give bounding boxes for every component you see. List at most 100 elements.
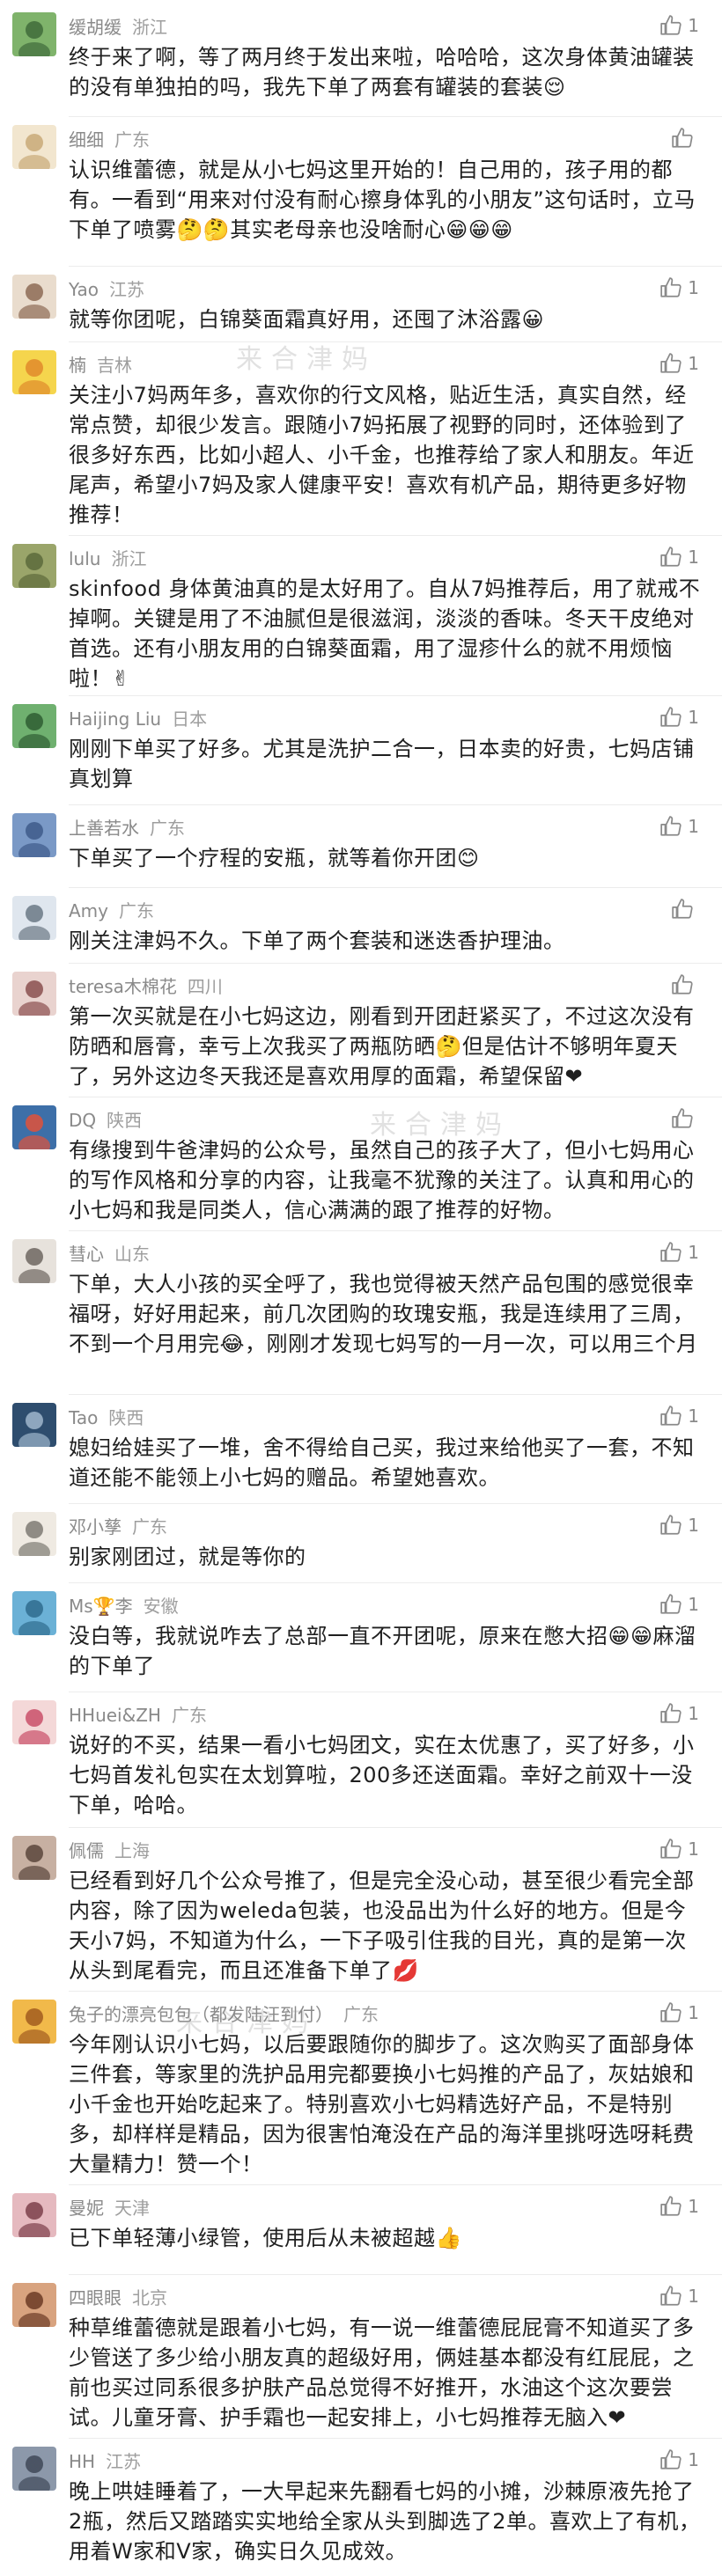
comment-divider bbox=[69, 1394, 722, 1395]
user-location: 吉林 bbox=[97, 355, 132, 376]
comment-item: 曼妮 天津 1 已下单轻薄小绿管，使用后从未被超越👍 bbox=[0, 2193, 722, 2258]
avatar[interactable] bbox=[12, 2193, 56, 2237]
avatar[interactable] bbox=[12, 813, 56, 857]
comment-text: 已经看到好几个公众号推了，但是完全没心动，甚至很少看完全部内容，除了因为wele… bbox=[69, 1868, 695, 1983]
like-button[interactable] bbox=[671, 1105, 699, 1132]
like-count: 1 bbox=[688, 1703, 699, 1724]
comment-meta: 曼妮 天津 bbox=[69, 2195, 150, 2221]
like-button[interactable]: 1 bbox=[659, 350, 699, 377]
user-name[interactable]: 佩儒 bbox=[69, 1840, 104, 1861]
avatar[interactable] bbox=[12, 2283, 56, 2327]
like-button[interactable]: 1 bbox=[659, 2193, 699, 2220]
user-name[interactable]: Amy bbox=[69, 900, 108, 921]
avatar[interactable] bbox=[12, 1512, 56, 1556]
avatar[interactable] bbox=[12, 2000, 56, 2044]
user-location: 北京 bbox=[132, 2287, 167, 2308]
user-name[interactable]: 上善若水 bbox=[69, 818, 139, 839]
comment-meta: 上善若水 广东 bbox=[69, 815, 185, 841]
like-count: 1 bbox=[688, 353, 699, 374]
user-location: 浙江 bbox=[111, 548, 147, 569]
user-name[interactable]: 四眼眼 bbox=[69, 2287, 122, 2308]
comment-meta: 邓小孳 广东 bbox=[69, 1514, 167, 1540]
user-name[interactable]: 邓小孳 bbox=[69, 1516, 122, 1538]
user-name[interactable]: teresa木棉花 bbox=[69, 976, 177, 997]
user-location: 上海 bbox=[114, 1840, 150, 1861]
avatar[interactable] bbox=[12, 12, 56, 56]
avatar[interactable] bbox=[12, 972, 56, 1016]
thumbs-up-icon bbox=[660, 1242, 681, 1262]
like-button[interactable]: 1 bbox=[659, 2283, 699, 2309]
comment-item: Ms🏆李 安徽 1 没白等，我就说咋去了总部一直不开团呢，原来在憋大招😁😁麻溜的下单了 bbox=[0, 1591, 722, 1686]
thumbs-up-icon bbox=[672, 974, 693, 994]
avatar[interactable] bbox=[12, 1836, 56, 1880]
like-button[interactable]: 1 bbox=[659, 1403, 699, 1429]
user-name[interactable]: 彗心 bbox=[69, 1244, 104, 1265]
user-location: 日本 bbox=[172, 708, 208, 730]
user-name[interactable]: Tao bbox=[69, 1407, 98, 1428]
user-name[interactable]: Haijing Liu bbox=[69, 708, 161, 730]
avatar[interactable] bbox=[12, 125, 56, 169]
thumbs-up-icon bbox=[660, 1838, 681, 1859]
comment-text: 已下单轻薄小绿管，使用后从未被超越👍 bbox=[69, 2226, 462, 2250]
like-button[interactable]: 1 bbox=[659, 1512, 699, 1538]
avatar[interactable] bbox=[12, 2447, 56, 2491]
user-location: 广东 bbox=[132, 1516, 167, 1538]
comment-item: Amy 广东 刚关注津妈不久。下单了两个套装和迷迭香护理油。 bbox=[0, 896, 722, 961]
comment-text: skinfood 身体黄油真的是太好用了。自从7妈推荐后，用了就戒不掉啊。关键是… bbox=[69, 576, 701, 691]
comment-divider bbox=[69, 1230, 722, 1231]
avatar-image bbox=[12, 1403, 56, 1447]
thumbs-up-icon bbox=[660, 707, 681, 727]
comment-item: Yao 江苏 1 就等你团呢，白锦葵面霜真好用，还囤了沐浴露😀 bbox=[0, 275, 722, 340]
like-button[interactable]: 1 bbox=[659, 704, 699, 730]
like-button[interactable] bbox=[671, 972, 699, 998]
user-name[interactable]: Ms🏆李 bbox=[69, 1596, 133, 1617]
comment-item: 细细 广东 认识维蕾德，就是从小七妈这里开始的！自己用的，孩子用的都有。一看到“用来… bbox=[0, 125, 722, 250]
avatar[interactable] bbox=[12, 1700, 56, 1744]
avatar[interactable] bbox=[12, 896, 56, 940]
comment-text: 认识维蕾德，就是从小七妈这里开始的！自己用的，孩子用的都有。一看到“用来对付没有… bbox=[69, 158, 696, 242]
comment-divider bbox=[69, 963, 722, 964]
like-button[interactable]: 1 bbox=[659, 1836, 699, 1862]
comment-item: lulu 浙江 1 skinfood 身体黄油真的是太好用了。自从7妈推荐后，用了就戒… bbox=[0, 544, 722, 699]
user-name[interactable]: HH bbox=[69, 2451, 95, 2472]
comment-text: 关注小7妈两年多，喜欢你的行文风格，贴近生活，真实自然，经常点赞，却很少发言。跟… bbox=[69, 383, 695, 527]
comment-text: 媳妇给娃买了一堆，舍不得给自己买，我过来给他买了一套，不知道还能不能领上小七妈的… bbox=[69, 1435, 695, 1490]
avatar[interactable] bbox=[12, 275, 56, 319]
comment-text: 别家刚团过，就是等你的 bbox=[69, 1545, 306, 1569]
like-button[interactable] bbox=[671, 125, 699, 151]
user-name[interactable]: Yao bbox=[69, 279, 99, 300]
user-name[interactable]: 细细 bbox=[69, 129, 104, 150]
thumbs-up-icon bbox=[672, 128, 693, 148]
like-button[interactable]: 1 bbox=[659, 12, 699, 39]
avatar[interactable] bbox=[12, 544, 56, 588]
comment-meta: 兔子的漂亮包包（都发陆汪到付） 广东 bbox=[69, 2001, 379, 2028]
like-button[interactable] bbox=[671, 896, 699, 922]
avatar[interactable] bbox=[12, 704, 56, 748]
comment-text: 刚关注津妈不久。下单了两个套装和迷迭香护理油。 bbox=[69, 928, 565, 953]
avatar[interactable] bbox=[12, 1239, 56, 1283]
like-button[interactable]: 1 bbox=[659, 1591, 699, 1618]
user-name[interactable]: 曼妮 bbox=[69, 2198, 104, 2219]
user-name[interactable]: lulu bbox=[69, 548, 100, 569]
thumbs-up-icon bbox=[660, 2449, 681, 2470]
avatar[interactable] bbox=[12, 1105, 56, 1149]
like-button[interactable]: 1 bbox=[659, 2000, 699, 2026]
like-button[interactable]: 1 bbox=[659, 544, 699, 570]
avatar[interactable] bbox=[12, 1403, 56, 1447]
user-name[interactable]: HHuei&ZH bbox=[69, 1705, 161, 1726]
like-button[interactable]: 1 bbox=[659, 2447, 699, 2473]
user-name[interactable]: DQ bbox=[69, 1110, 96, 1131]
avatar[interactable] bbox=[12, 350, 56, 394]
user-name[interactable]: 缓胡缓 bbox=[69, 17, 122, 38]
user-location: 安徽 bbox=[143, 1596, 179, 1617]
avatar[interactable] bbox=[12, 1591, 56, 1635]
like-button[interactable]: 1 bbox=[659, 275, 699, 301]
like-button[interactable]: 1 bbox=[659, 1700, 699, 1727]
like-button[interactable]: 1 bbox=[659, 1239, 699, 1266]
user-name[interactable]: 兔子的漂亮包包（都发陆汪到付） bbox=[69, 2004, 333, 2025]
user-name[interactable]: 楠 bbox=[69, 355, 86, 376]
like-button[interactable]: 1 bbox=[659, 813, 699, 840]
thumbs-up-icon bbox=[660, 353, 681, 373]
comment-divider bbox=[69, 2184, 722, 2185]
like-count: 1 bbox=[688, 2002, 699, 2023]
